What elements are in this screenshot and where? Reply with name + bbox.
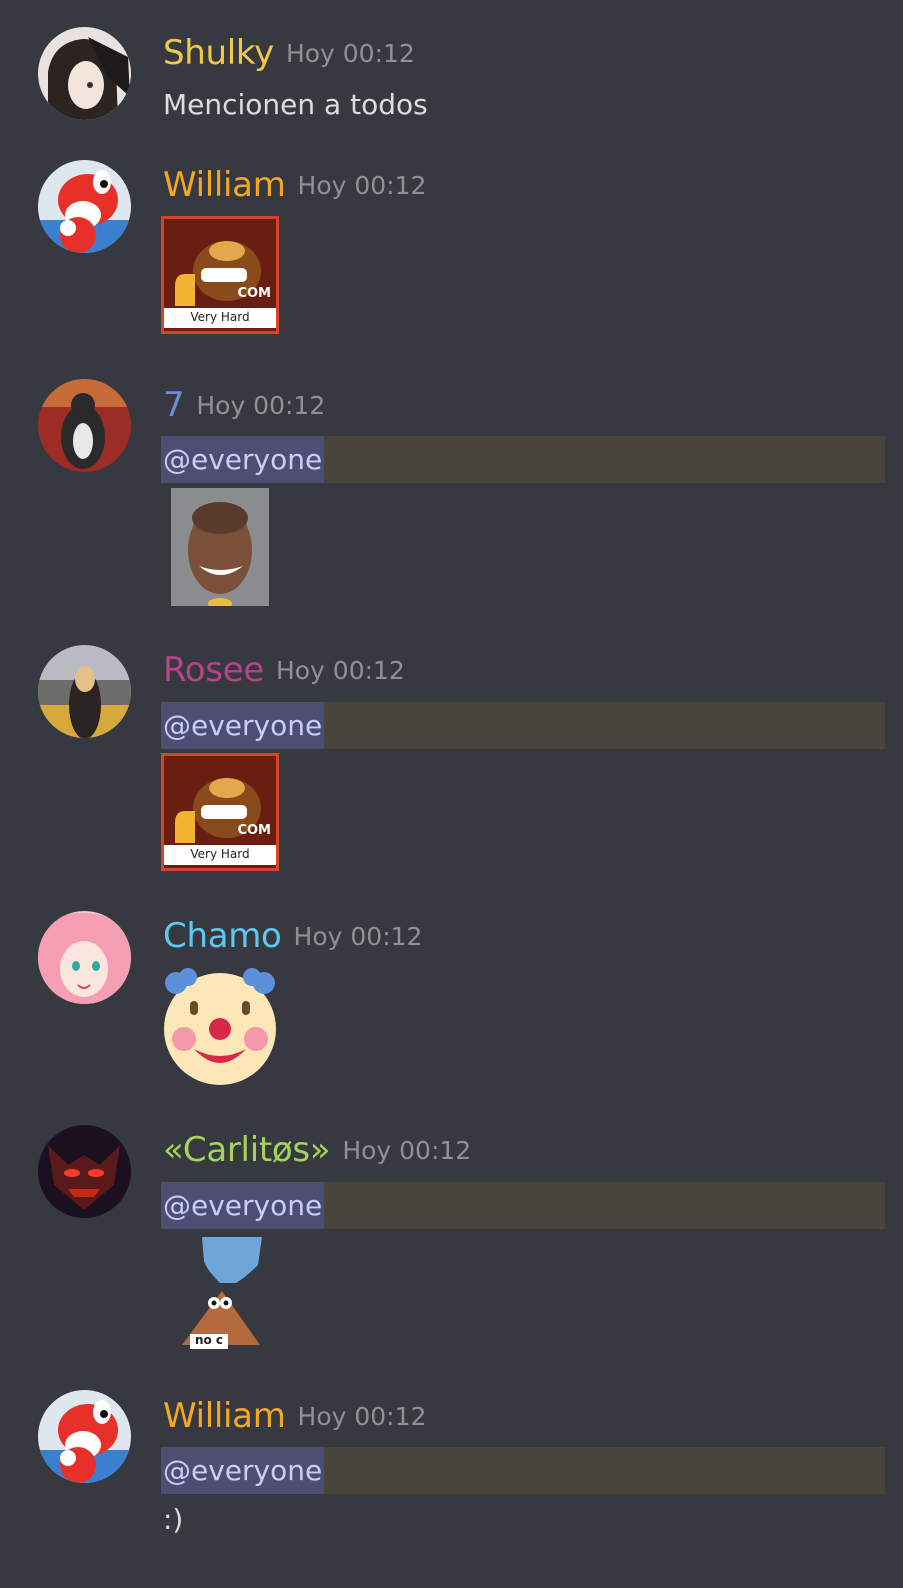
clown-face-emoji[interactable]: [160, 967, 280, 1087]
image-attachment[interactable]: COM Very Hard: [161, 216, 279, 334]
everyone-mention[interactable]: @everyone: [161, 1447, 325, 1494]
anime-girl-avatar: [38, 27, 131, 120]
timestamp: Hoy 00:12: [297, 171, 427, 200]
timestamp: Hoy 00:12: [342, 1136, 472, 1165]
cat-avatar: [38, 379, 131, 472]
attachment-badge: COM: [237, 286, 271, 301]
everyone-mention[interactable]: @everyone: [161, 1182, 325, 1229]
avatar[interactable]: [38, 645, 131, 738]
mention-highlight: @everyone: [161, 1182, 885, 1229]
yoshi-avatar: [38, 1390, 131, 1483]
message-text: :): [163, 1503, 184, 1536]
yoshi-avatar: [38, 160, 131, 253]
username[interactable]: 7: [163, 385, 185, 425]
mention-highlight: @everyone: [161, 1447, 885, 1494]
timestamp: Hoy 00:12: [275, 656, 405, 685]
mention-highlight: @everyone: [161, 436, 885, 483]
smiling-man-photo: [171, 488, 269, 606]
username[interactable]: Chamo: [163, 916, 282, 956]
timestamp: Hoy 00:12: [196, 391, 326, 420]
avatar[interactable]: [38, 27, 131, 120]
image-attachment[interactable]: COM Very Hard: [161, 753, 279, 871]
woman-city-avatar: [38, 645, 131, 738]
avatar[interactable]: [38, 160, 131, 253]
message-text: Mencionen a todos: [163, 88, 428, 121]
username[interactable]: William: [163, 1396, 286, 1436]
sticker-caption: no c: [194, 1333, 224, 1347]
everyone-mention[interactable]: @everyone: [161, 436, 325, 483]
attachment-caption: Very Hard: [190, 847, 250, 861]
mention-highlight: @everyone: [161, 702, 885, 749]
timestamp: Hoy 00:12: [293, 922, 423, 951]
pink-hair-anime-avatar: [38, 911, 131, 1004]
avatar[interactable]: [38, 1125, 131, 1218]
username[interactable]: Shulky: [163, 33, 274, 73]
everyone-mention[interactable]: @everyone: [161, 702, 325, 749]
timestamp: Hoy 00:12: [297, 1402, 427, 1431]
red-demon-avatar: [38, 1125, 131, 1218]
avatar[interactable]: [38, 379, 131, 472]
username[interactable]: «Carlitøs»: [163, 1130, 331, 1170]
avatar[interactable]: [38, 1390, 131, 1483]
patrick-no-c-sticker[interactable]: no c: [170, 1233, 270, 1351]
attachment-badge: COM: [237, 823, 271, 838]
timestamp: Hoy 00:12: [285, 39, 415, 68]
username[interactable]: Rosee: [163, 650, 264, 690]
attachment-caption: Very Hard: [190, 310, 250, 324]
image-attachment[interactable]: [171, 488, 269, 606]
avatar[interactable]: [38, 911, 131, 1004]
username[interactable]: William: [163, 165, 286, 205]
